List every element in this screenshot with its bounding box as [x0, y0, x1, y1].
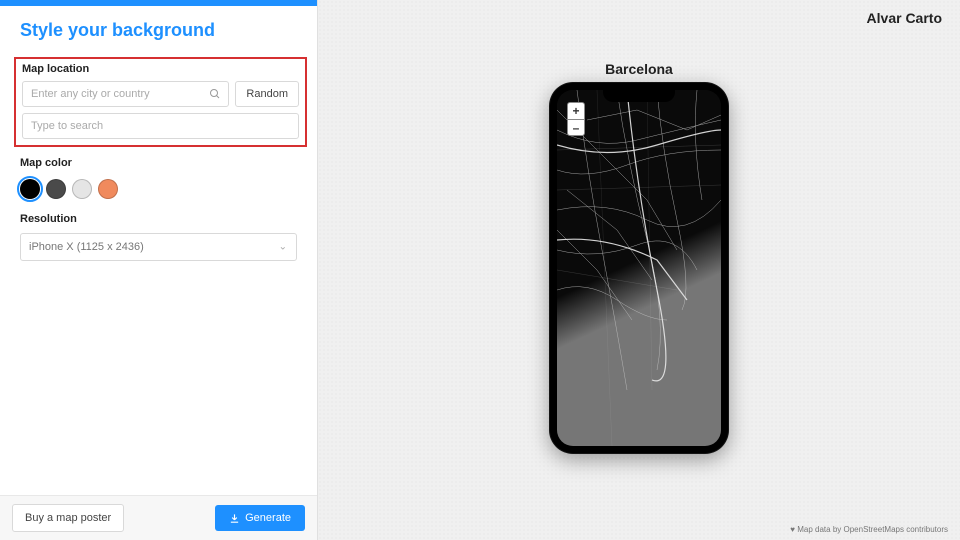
phone-notch — [603, 90, 675, 102]
resolution-label: Resolution — [0, 213, 317, 229]
city-input[interactable] — [22, 81, 229, 107]
page-title: Style your background — [0, 6, 317, 57]
color-swatch-darkgray[interactable] — [46, 179, 66, 199]
color-swatch-lightgray[interactable] — [72, 179, 92, 199]
download-icon — [229, 513, 240, 524]
random-button[interactable]: Random — [235, 81, 299, 107]
zoom-in-button[interactable]: + — [568, 103, 584, 119]
map-attribution: Map data by OpenStreetMaps contributors — [790, 525, 948, 534]
sidebar-footer: Buy a map poster Generate — [0, 495, 317, 540]
map-location-group: Map location Random — [14, 57, 307, 147]
preview-city-label: Barcelona — [605, 61, 673, 77]
generate-label: Generate — [245, 512, 291, 524]
map-roads — [557, 90, 721, 446]
buy-poster-button[interactable]: Buy a map poster — [12, 504, 124, 532]
phone-mockup: + – — [549, 82, 729, 454]
sidebar: Style your background Map location Rando… — [0, 0, 318, 540]
search-icon — [209, 88, 221, 100]
color-swatch-black[interactable] — [20, 179, 40, 199]
phone-screen: + – — [557, 90, 721, 446]
resolution-select[interactable]: iPhone X (1125 x 2436) — [20, 233, 297, 261]
generate-button[interactable]: Generate — [215, 505, 305, 531]
zoom-out-button[interactable]: – — [568, 119, 584, 135]
color-swatch-orange[interactable] — [98, 179, 118, 199]
color-swatches — [0, 173, 317, 213]
map-preview[interactable] — [557, 90, 721, 446]
preview-area: Alvar Carto Barcelona — [318, 0, 960, 540]
zoom-controls: + – — [567, 102, 585, 136]
map-color-label: Map color — [0, 157, 317, 173]
type-to-search-input[interactable] — [22, 113, 299, 139]
brand-name: Alvar Carto — [867, 10, 942, 26]
map-location-label: Map location — [22, 63, 299, 81]
